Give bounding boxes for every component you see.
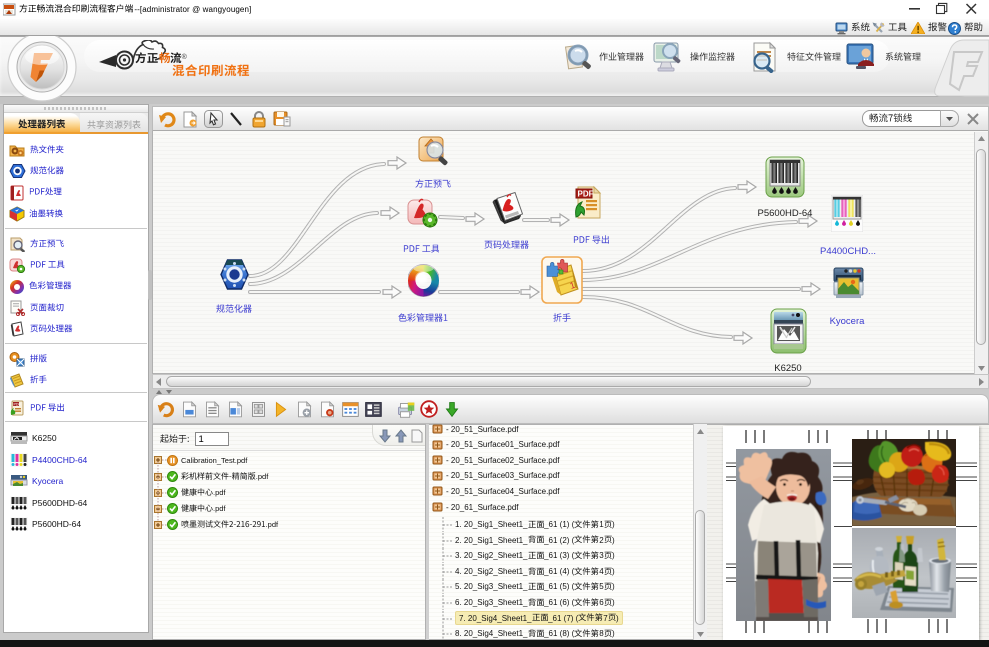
svg-text:PDF: PDF <box>578 190 594 199</box>
svg-text:PDF: PDF <box>14 403 22 407</box>
